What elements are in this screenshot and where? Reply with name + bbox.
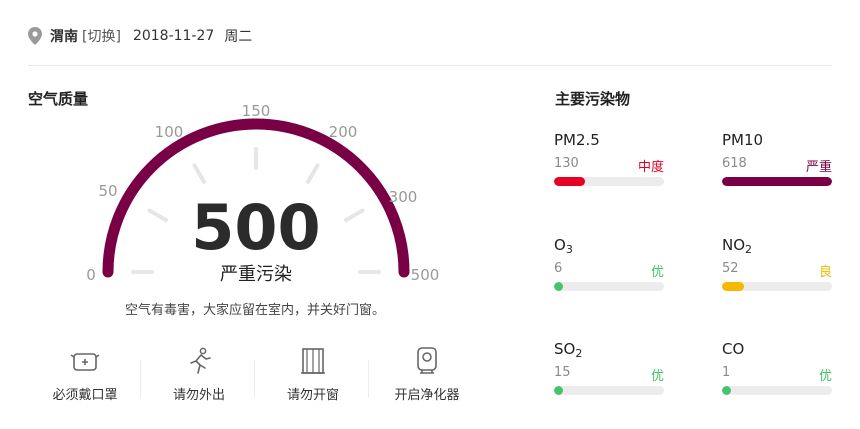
gauge-scale-label: 500 (411, 266, 440, 284)
aqi-gauge: 0 50 100 150 200 300 500 500 严重污染 (86, 102, 440, 285)
gauge-scale-label: 50 (98, 182, 117, 200)
pollutant-card[interactable]: CO 1 优 (722, 339, 832, 395)
city-name: 渭南 (50, 29, 78, 45)
pollutant-reading: 618 严重 (722, 156, 832, 175)
pollutant-name: NO2 (722, 235, 832, 256)
pollutant-name: PM2.5 (554, 130, 664, 150)
action-close-window[interactable]: 请勿开窗 (256, 340, 370, 403)
gauge-scale-label: 100 (155, 123, 184, 141)
pollutant-bar-fill (722, 282, 744, 291)
action-label: 请勿开窗 (286, 388, 339, 403)
pollutant-symbol: PM10 (722, 131, 764, 149)
header-divider (28, 65, 832, 66)
gauge-tick (344, 208, 365, 222)
running-person-icon (190, 347, 211, 374)
gauge-scale-label: 0 (86, 266, 96, 284)
gauge-scale-label: 200 (329, 123, 358, 141)
pollutant-value: 1 (722, 365, 731, 380)
pollutant-symbol: CO (722, 340, 745, 358)
pollutant-reading: 130 中度 (554, 156, 664, 175)
gauge-tick (147, 208, 168, 222)
pollutant-level: 良 (818, 265, 832, 280)
health-advice: 空气有毒害，大家应留在室内，并关好门窗。 (124, 303, 385, 318)
pollutant-symbol: PM2.5 (554, 131, 600, 149)
action-divider (368, 360, 369, 398)
pollutant-name: CO (722, 339, 832, 359)
pollutant-symbol: NO (722, 236, 746, 254)
pollutant-bar-fill (722, 386, 731, 395)
action-stay-inside[interactable]: 请勿外出 (142, 340, 256, 403)
pollutant-name: PM10 (722, 130, 832, 150)
action-recommendations: 必须戴口罩 请勿外出 请勿开窗 开启净化器 (28, 340, 488, 410)
pollutant-reading: 15 优 (554, 365, 664, 384)
pollutant-level: 优 (650, 369, 664, 384)
pollutant-bar-track (722, 177, 832, 186)
location-pin-icon (28, 27, 42, 45)
action-purifier[interactable]: 开启净化器 (370, 340, 484, 403)
pollutant-reading: 6优 (554, 261, 664, 280)
pollutant-subscript: 2 (745, 243, 753, 256)
pollutant-bar-track (722, 282, 832, 291)
switch-city-link[interactable]: [切换] (82, 26, 121, 46)
pollutant-card[interactable]: PM10 618 严重 (722, 130, 832, 186)
pollutant-subscript: 2 (575, 347, 583, 360)
pollutant-card[interactable]: NO2 52 良 (722, 235, 832, 291)
pollutant-bar-fill (554, 386, 563, 395)
location-bar: 渭南 [切换] 2018-11-27 周二 (28, 24, 252, 48)
gauge-tick (192, 163, 206, 184)
pollutant-value: 618 (722, 156, 747, 171)
gauge-scale-label: 150 (242, 102, 271, 120)
gauge-tick (306, 163, 320, 184)
pollutant-symbol: O (554, 236, 566, 254)
action-label: 必须戴口罩 (52, 388, 118, 403)
pollutant-bar-track (554, 282, 664, 291)
pollutant-name: O3 (554, 235, 664, 256)
pollutant-bar-track (554, 177, 664, 186)
pollutant-card[interactable]: O3 6 优 (554, 235, 664, 291)
pollutant-level: 严重 (805, 160, 832, 175)
action-label: 开启净化器 (394, 388, 460, 403)
action-wear-mask[interactable]: 必须戴口罩 (28, 340, 142, 403)
pollutant-level: 中度 (637, 160, 664, 175)
pollutant-value: 15 (554, 365, 571, 380)
pollutant-card[interactable]: PM2.5 130 中度 (554, 130, 664, 186)
pollutant-bar-fill (722, 177, 832, 186)
action-divider (140, 360, 141, 398)
gauge-scale-label: 300 (389, 188, 418, 206)
pollutant-symbol: SO (554, 340, 576, 358)
pollutant-bar-fill (554, 177, 585, 186)
pollutant-name: SO2 (554, 339, 664, 360)
pollutant-bar-track (722, 386, 832, 395)
pollutant-bar-fill (554, 282, 563, 291)
pollutant-reading: 52 良 (722, 261, 832, 280)
mask-icon (70, 353, 100, 371)
pollutant-value: 6 (554, 261, 563, 276)
air-purifier-icon (417, 347, 437, 374)
pollutant-level: 优 (818, 369, 832, 384)
pollutant-subscript: 3 (565, 243, 573, 256)
aqi-level: 严重污染 (220, 264, 292, 285)
pollutant-value: 130 (554, 156, 579, 171)
weekday-text: 周二 (224, 29, 253, 45)
aqi-value: 500 (191, 191, 320, 264)
pollutant-bar-track (554, 386, 664, 395)
action-label: 请勿外出 (172, 388, 225, 403)
pollutants-title: 主要污染物 (555, 90, 631, 108)
action-divider (254, 360, 255, 398)
pollutant-value: 52 (722, 261, 739, 276)
pollutant-card[interactable]: SO2 15 优 (554, 339, 664, 395)
pollutant-reading: 1优 (722, 365, 832, 384)
window-icon (301, 348, 325, 374)
date-text: 2018-11-27 (132, 28, 215, 44)
pollutant-level: 优 (650, 265, 664, 280)
